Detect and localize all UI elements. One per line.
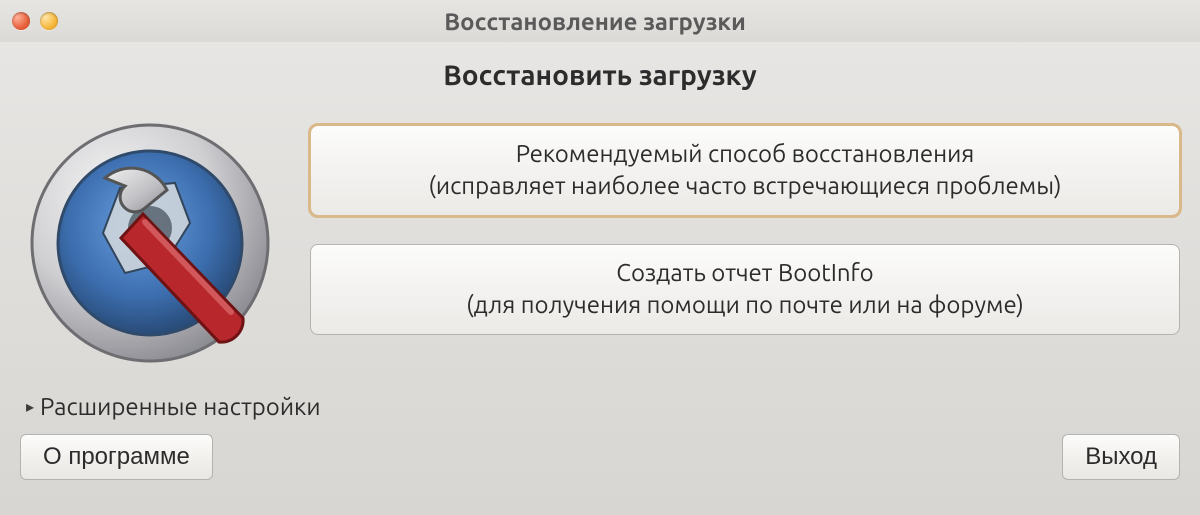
main-row: Рекомендуемый способ восстановления (исп… xyxy=(20,113,1180,373)
footer: О программе Выход xyxy=(0,420,1200,500)
recommended-line1: Рекомендуемый способ восстановления xyxy=(516,140,975,167)
chevron-right-icon: ▸ xyxy=(26,397,34,416)
recommended-line2: (исправляет наиболее часто встречающиеся… xyxy=(331,170,1159,202)
recommended-repair-button[interactable]: Рекомендуемый способ восстановления (исп… xyxy=(310,125,1180,216)
titlebar: Восстановление загрузки xyxy=(0,0,1200,42)
content-area: Восстановить загрузку xyxy=(0,42,1200,420)
exit-button[interactable]: Выход xyxy=(1062,434,1180,480)
bootinfo-button[interactable]: Создать отчет BootInfo (для получения по… xyxy=(310,244,1180,335)
page-heading: Восстановить загрузку xyxy=(20,60,1180,91)
window-title: Восстановление загрузки xyxy=(2,8,1188,35)
advanced-settings-expander[interactable]: ▸ Расширенные настройки xyxy=(26,393,1180,420)
about-button[interactable]: О программе xyxy=(20,434,213,480)
bootinfo-line2: (для получения помощи по почте или на фо… xyxy=(331,289,1159,321)
actions-column: Рекомендуемый способ восстановления (исп… xyxy=(310,113,1180,335)
bootinfo-line1: Создать отчет BootInfo xyxy=(616,259,873,286)
app-icon xyxy=(20,113,280,373)
advanced-settings-label: Расширенные настройки xyxy=(40,393,321,420)
